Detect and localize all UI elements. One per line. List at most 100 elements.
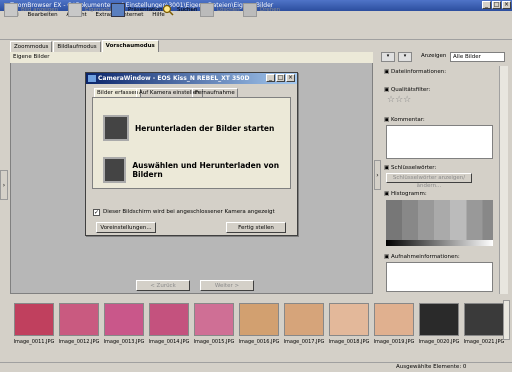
thumbnail-image[interactable] <box>419 303 459 336</box>
camera-app-icon <box>88 75 96 82</box>
dialog-close-button[interactable]: × <box>286 74 295 82</box>
thumbnail-image[interactable] <box>104 303 144 336</box>
filter-dropdown-icon[interactable]: ▾ <box>398 52 412 62</box>
fertig-stellen-button[interactable]: Fertig stellen <box>226 222 286 233</box>
aufnahme-field <box>386 262 493 292</box>
loeschen-label: Löschen <box>217 7 240 13</box>
thumbnail-label: Image_0012.JPG <box>58 339 100 345</box>
anzeigen-select[interactable]: Alle Bilder <box>450 52 505 62</box>
rotate-icon <box>243 3 257 17</box>
thumbnail-image[interactable] <box>284 303 324 336</box>
kommentar-label: Kommentar: <box>390 117 425 123</box>
thumbnail-label: Image_0015.JPG <box>193 339 235 345</box>
thumbnail-image[interactable] <box>59 303 99 336</box>
praesentation-button[interactable]: Präsentation <box>111 2 163 18</box>
strip-scroll-icon[interactable] <box>503 300 510 340</box>
thumbnail-label: Image_0017.JPG <box>283 339 325 345</box>
anzeigen-label: Anzeigen <box>421 53 447 59</box>
right-panel-toggle-icon[interactable]: › <box>374 160 381 190</box>
bild-anzeigen-button[interactable]: Bild anzeigen <box>4 2 58 18</box>
loeschen-button[interactable]: Löschen <box>200 2 240 18</box>
left-panel-toggle-icon[interactable]: › <box>0 170 8 200</box>
show-dialog-label: Dieser Bildschirm wird bei angeschlossen… <box>103 209 275 215</box>
thumbnail-image[interactable] <box>194 303 234 336</box>
tab-vorschaumodus[interactable]: Vorschaumodus <box>101 40 159 52</box>
camera-select-icon <box>103 157 127 183</box>
collapse-icon[interactable]: ▣ <box>384 165 391 171</box>
qualitaet-title: ▣ Qualitätsfilter: <box>384 86 430 94</box>
collapse-icon[interactable]: ▣ <box>384 69 391 75</box>
tab-zoommodus[interactable]: Zoommodus <box>10 41 53 52</box>
drehen-button[interactable]: Drehen <box>243 2 280 18</box>
thumbnail-label: Image_0013.JPG <box>103 339 145 345</box>
info-panel: ▣ Dateiinformationen: ▣ Qualitätsfilter:… <box>381 66 508 294</box>
thumbnail-label: Image_0016.JPG <box>238 339 280 345</box>
schluessel-title: ▣ Schlüsselwörter: <box>384 164 436 172</box>
kommentar-field[interactable] <box>386 125 493 159</box>
info-scrollbar[interactable] <box>499 66 508 294</box>
tab-bildlaufmodus[interactable]: Bildlaufmodus <box>53 41 101 52</box>
mode-tabs: Zoommodus Bildlaufmodus Vorschaumodus <box>10 40 160 52</box>
dialog-minimize-button[interactable]: _ <box>266 74 275 82</box>
thumbnail-label: Image_0018.JPG <box>328 339 370 345</box>
weiter-button[interactable]: Weiter > <box>200 280 254 291</box>
dateiinfo-label: Dateiinformationen: <box>390 69 447 75</box>
download-all-label: Herunterladen der Bilder starten <box>135 123 275 133</box>
toolbar <box>0 20 512 40</box>
tab-bilder-erfassen[interactable]: Bilder erfassen <box>94 88 142 97</box>
download-all-button[interactable]: Herunterladen der Bilder starten <box>103 114 274 142</box>
dialog-maximize-button[interactable]: □ <box>276 74 285 82</box>
suchen-button[interactable]: Suchen <box>162 2 197 18</box>
suchen-label: Suchen <box>177 7 198 13</box>
thumbnail-label: Image_0011.JPG <box>13 339 55 345</box>
collapse-icon[interactable]: ▣ <box>384 254 391 260</box>
histogramm-title: ▣ Histogramm: <box>384 190 427 198</box>
camera-download-icon <box>103 115 129 141</box>
thumbnail-image[interactable] <box>14 303 54 336</box>
praesentation-label: Präsentation <box>128 7 163 13</box>
voreinstellungen-button[interactable]: Voreinstellungen... <box>96 222 156 233</box>
tab-fernaufnahme[interactable]: Fernaufnahme <box>192 88 238 97</box>
thumbnail-label: Image_0021.JPG <box>463 339 505 345</box>
zurueck-button[interactable]: < Zurück <box>136 280 190 291</box>
minimize-button[interactable]: _ <box>482 1 491 9</box>
thumbnail-image[interactable] <box>329 303 369 336</box>
aufnahme-title: ▣ Aufnahmeinformationen: <box>384 253 460 261</box>
histogram-gradient <box>386 240 493 246</box>
thumbnail-label: Image_0020.JPG <box>418 339 460 345</box>
maximize-button[interactable]: □ <box>492 1 501 9</box>
properties-icon <box>68 3 82 17</box>
thumbnail-image[interactable] <box>239 303 279 336</box>
drehen-label: Drehen <box>260 7 281 13</box>
select-download-button[interactable]: Auswählen und Herunterladen von Bildern <box>103 156 290 184</box>
collapse-icon[interactable]: ▣ <box>384 117 391 123</box>
histogramm-label: Histogramm: <box>390 191 427 197</box>
bild-anzeigen-label: Bild anzeigen <box>21 7 59 13</box>
schluessel-label: Schlüsselwörter: <box>390 165 437 171</box>
schluessel-button[interactable]: Schlüsselwörter anzeigen/ändern... <box>386 173 472 189</box>
select-download-label: Auswählen und Herunterladen von Bildern <box>132 161 280 179</box>
qualitaet-label: Qualitätsfilter: <box>390 87 431 93</box>
trash-icon <box>200 3 214 17</box>
close-button[interactable]: × <box>502 1 511 9</box>
slideshow-icon <box>111 3 125 17</box>
camerawindow-dialog: CameraWindow - EOS Kiss_N REBEL_XT 350D … <box>85 72 298 236</box>
thumbnail-label: Image_0014.JPG <box>148 339 190 345</box>
thumbnail-image[interactable] <box>464 303 504 336</box>
collapse-icon[interactable]: ▣ <box>384 87 391 93</box>
view-image-icon <box>4 3 18 17</box>
status-bar: Ausgewählte Elemente: 0 <box>0 362 512 371</box>
search-icon <box>162 4 174 16</box>
kommentar-title: ▣ Kommentar: <box>384 116 425 124</box>
thumbnail-image[interactable] <box>149 303 189 336</box>
aufnahme-label: Aufnahmeinformationen: <box>390 254 460 260</box>
rating-stars[interactable]: ☆☆☆ <box>387 95 411 105</box>
collapse-icon[interactable]: ▣ <box>384 191 391 197</box>
histogram-display <box>386 200 493 240</box>
thumbnail-image[interactable] <box>374 303 414 336</box>
show-dialog-checkbox[interactable]: ✓ <box>93 209 100 216</box>
folder-path: Eigene Bilder <box>10 52 373 63</box>
dateiinfo-title: ▣ Dateiinformationen: <box>384 68 446 76</box>
thumbnail-label: Image_0019.JPG <box>373 339 415 345</box>
zoom-dropdown-icon[interactable]: ▾ <box>381 52 395 62</box>
